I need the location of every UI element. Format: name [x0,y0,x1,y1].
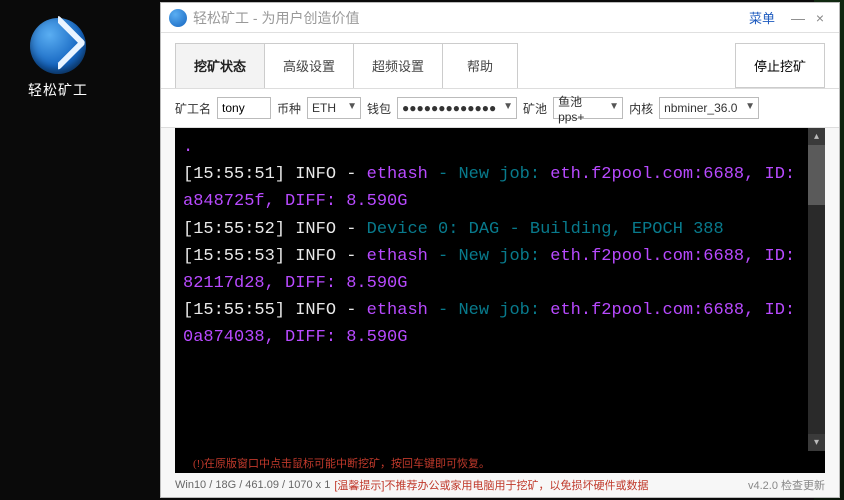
coin-select[interactable]: ETH ▼ [307,97,361,119]
window-title: 轻松矿工 - 为用户创造价值 [193,8,359,28]
pool-select[interactable]: 鱼池pps+ ▼ [553,97,623,119]
config-row: 矿工名 币种 ETH ▼ 钱包 ●●●●●●●●●●●●● ▼ 矿池 鱼池pps… [161,89,839,128]
chevron-down-icon[interactable]: ▼ [609,101,619,112]
titlebar-app-icon [169,9,187,27]
system-info: Win10 / 18G / 461.09 / 1070 x 1 [175,479,330,491]
mining-log-panel: . [15:55:51] INFO - ethash - New job: et… [175,128,825,451]
titlebar[interactable]: 轻松矿工 - 为用户创造价值 菜单 — × [161,3,839,33]
tab-bar: 挖矿状态 高级设置 超频设置 帮助 停止挖矿 [161,33,839,89]
stop-mining-button[interactable]: 停止挖矿 [735,43,825,88]
menu-button[interactable]: 菜单 [749,8,775,27]
wallet-select[interactable]: ●●●●●●●●●●●●● ▼ [397,97,517,119]
tab-mining-status[interactable]: 挖矿状态 [175,43,265,88]
log-line: [15:55:52] INFO - [183,220,367,239]
scroll-down-icon[interactable]: ▾ [808,434,825,451]
desktop-shortcut-label: 轻松矿工 [12,80,104,100]
chevron-down-icon[interactable]: ▼ [503,101,513,112]
log-line: [15:55:51] INFO - [183,165,367,184]
tab-help[interactable]: 帮助 [442,43,518,88]
coin-value: ETH [312,101,336,115]
close-button[interactable]: × [809,10,831,26]
desktop-shortcut[interactable]: 轻松矿工 [12,18,104,100]
scroll-up-icon[interactable]: ▴ [808,128,825,145]
kernel-select[interactable]: nbminer_36.0 ▼ [659,97,759,119]
mining-log[interactable]: . [15:55:51] INFO - ethash - New job: et… [175,128,808,451]
pool-label: 矿池 [523,100,547,117]
wallet-label: 钱包 [367,100,391,117]
console-hint: (!)在原版窗口中点击鼠标可能中断挖矿，按回车键即可恢复。 [175,451,825,473]
kernel-value: nbminer_36.0 [664,101,737,115]
log-scrollbar[interactable]: ▴ ▾ [808,128,825,451]
chevron-down-icon[interactable]: ▼ [347,101,357,112]
app-window: 轻松矿工 - 为用户创造价值 菜单 — × 挖矿状态 高级设置 超频设置 帮助 … [160,2,840,498]
scroll-thumb[interactable] [808,145,825,205]
tab-advanced-settings[interactable]: 高级设置 [264,43,354,88]
log-line: [15:55:55] INFO - [183,301,367,320]
minimize-button[interactable]: — [787,10,809,26]
status-bar: Win10 / 18G / 461.09 / 1070 x 1 [温馨提示]不推… [161,473,839,497]
tab-overclock-settings[interactable]: 超频设置 [353,43,443,88]
log-dot: . [183,138,193,157]
kernel-label: 内核 [629,100,653,117]
coin-label: 币种 [277,100,301,117]
status-warning: [温馨提示]不推荐办公或家用电脑用于挖矿，以免损坏硬件或数据 [334,477,648,493]
version-check-link[interactable]: v4.2.0 检查更新 [748,477,825,493]
miner-name-input[interactable] [217,97,271,119]
log-line: [15:55:53] INFO - [183,247,367,266]
pool-value: 鱼池pps+ [558,93,604,124]
wallet-value: ●●●●●●●●●●●●● [402,101,496,115]
chevron-down-icon[interactable]: ▼ [745,101,755,112]
miner-name-label: 矿工名 [175,100,211,117]
app-icon [30,18,86,74]
